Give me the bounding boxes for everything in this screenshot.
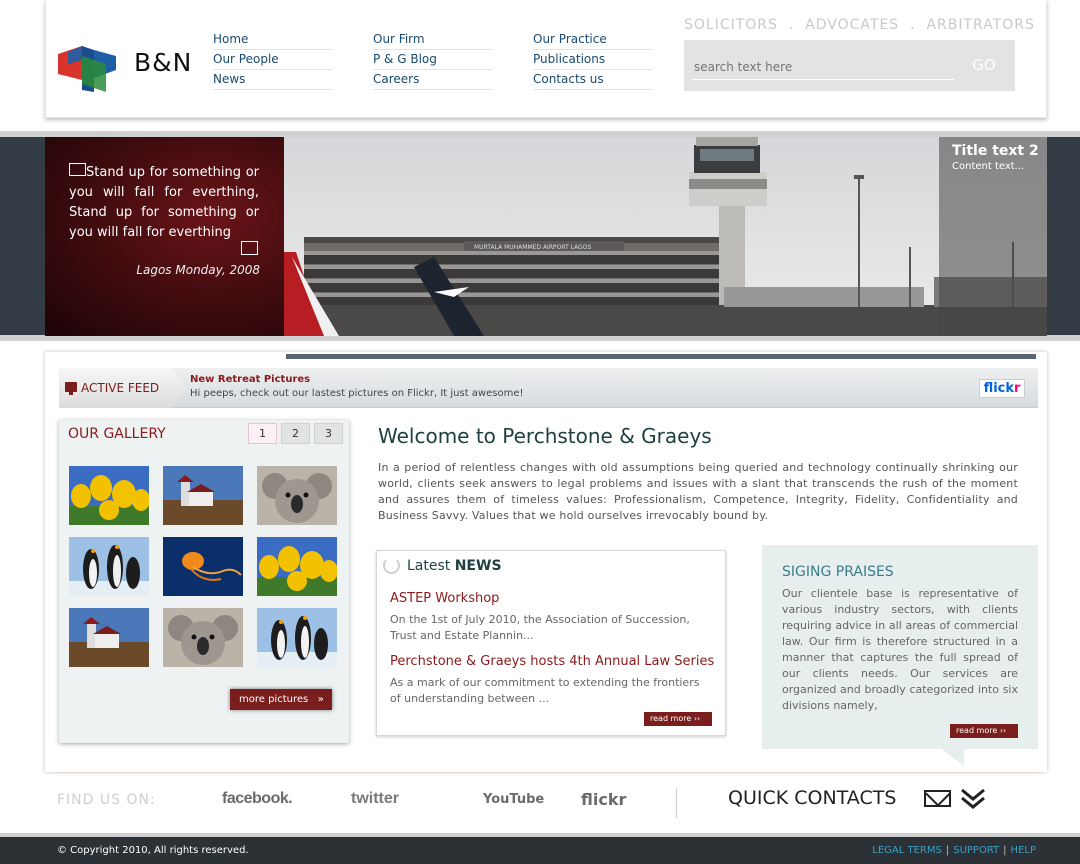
nav-our-practice[interactable]: Our Practice: [533, 30, 653, 50]
thumb-penguins[interactable]: [69, 537, 149, 596]
double-chevron-down-icon[interactable]: [960, 786, 986, 810]
separator: |: [1003, 845, 1007, 856]
copyright: © Copyright 2010, All rights reserved.: [57, 845, 249, 856]
nav-our-people[interactable]: Our People: [213, 50, 333, 70]
close-quote-icon: [241, 241, 258, 255]
thumb-koala-2[interactable]: [163, 608, 243, 667]
active-feed-label: ACTIVE FEED: [81, 381, 160, 395]
news-title: Latest NEWS: [407, 558, 502, 574]
nav-news[interactable]: News: [213, 70, 333, 90]
caption-title: Title text 2: [952, 143, 1039, 159]
nav-careers[interactable]: Careers: [373, 70, 493, 90]
news-read-more-button[interactable]: read more ››: [644, 712, 712, 726]
praises-read-more-button[interactable]: read more ››: [950, 724, 1018, 738]
active-feed-bar: ACTIVE FEED New Retreat Pictures Hi peep…: [59, 368, 1038, 408]
logo-icon[interactable]: [56, 40, 118, 92]
twitter-link[interactable]: twitter: [351, 790, 399, 808]
support-link[interactable]: SUPPORT: [953, 845, 999, 856]
vertical-divider: [676, 788, 677, 818]
nav-column-2: Our Firm P & G Blog Careers: [373, 30, 493, 90]
facebook-link[interactable]: facebook.: [222, 790, 293, 808]
news-headline-2[interactable]: Perchstone & Graeys hosts 4th Annual Law…: [390, 654, 714, 669]
airport-sign-text: MURTALA MUHAMMED AIRPORT LAGOS: [474, 244, 591, 251]
brand-name[interactable]: B&N: [134, 48, 192, 77]
tagline: SOLICITORS . ADVOCATES . ARBITRATORS: [684, 17, 1035, 33]
gallery-panel: OUR GALLERY 1 2 3 more pictures »: [59, 420, 349, 743]
content-top-strip: [286, 354, 1036, 359]
search-box: GO: [684, 40, 1015, 91]
search-go-button[interactable]: GO: [954, 51, 1014, 79]
nav-blog[interactable]: P & G Blog: [373, 50, 493, 70]
banner-quote-panel: Stand up for something or you will fall …: [45, 137, 284, 336]
legal-terms-link[interactable]: LEGAL TERMS: [872, 845, 942, 856]
youtube-link[interactable]: YouTube: [483, 792, 544, 807]
youtube-link-label: YouTube: [483, 792, 545, 807]
thumb-koala[interactable]: [257, 466, 337, 525]
nav-column-1: Home Our People News: [213, 30, 333, 90]
find-us-label: FIND US ON:: [57, 792, 156, 808]
more-pictures-button[interactable]: more pictures »: [230, 689, 332, 710]
refresh-icon: [383, 557, 400, 574]
banner-quote-block: Stand up for something or you will fall …: [69, 163, 259, 243]
news-title-light: Latest: [407, 558, 455, 574]
nav-home[interactable]: Home: [213, 30, 333, 50]
feed-text: Hi peeps, check out our lastest pictures…: [190, 388, 524, 399]
news-title-bold: NEWS: [454, 558, 502, 574]
nav-column-3: Our Practice Publications Contacts us: [533, 30, 653, 90]
active-feed-tab: ACTIVE FEED: [59, 368, 187, 408]
banner-caption: Title text 2 Content text...: [939, 137, 1047, 336]
flickr-badge-icon[interactable]: flickr: [979, 379, 1025, 398]
news-excerpt-2: As a mark of our commitment to extending…: [390, 676, 700, 705]
thumb-tulips[interactable]: [69, 466, 149, 525]
nav-contacts[interactable]: Contacts us: [533, 70, 653, 90]
welcome-text: In a period of relentless changes with o…: [378, 461, 1018, 522]
praises-text: Our clientele base is representative of …: [782, 587, 1018, 712]
open-quote-icon: [69, 163, 86, 176]
caption-text: Content text...: [952, 161, 1025, 172]
thumb-lighthouse-2[interactable]: [69, 608, 149, 667]
divider: [59, 772, 1038, 773]
gallery-page-1[interactable]: 1: [248, 423, 277, 444]
banner-quote: Stand up for something or you will fall …: [69, 165, 259, 240]
banner-date: Lagos Monday, 2008: [136, 263, 260, 277]
separator: |: [945, 845, 950, 856]
gallery-page-2[interactable]: 2: [281, 423, 310, 444]
mail-icon[interactable]: [924, 790, 951, 807]
nav-our-firm[interactable]: Our Firm: [373, 30, 493, 50]
thumb-jellyfish[interactable]: [163, 537, 243, 596]
gallery-title: OUR GALLERY: [68, 426, 166, 442]
praises-box: SIGING PRAISES Our clientele base is rep…: [762, 545, 1038, 749]
quick-contacts-label[interactable]: QUICK CONTACTS: [728, 787, 896, 809]
nav-publications[interactable]: Publications: [533, 50, 653, 70]
gallery-page-3[interactable]: 3: [314, 423, 343, 444]
header: B&N Home Our People News Our Firm P & G …: [45, 0, 1047, 118]
welcome-title: Welcome to Perchstone & Graeys: [378, 424, 712, 448]
feed-title[interactable]: New Retreat Pictures: [190, 374, 310, 385]
praises-title: SIGING PRAISES: [782, 564, 894, 580]
thumb-lighthouse[interactable]: [163, 466, 243, 525]
airport-photo: MURTALA MUHAMMED AIRPORT LAGOS Title tex…: [284, 137, 1047, 336]
latest-news-box: Latest NEWS ASTEP Workshop On the 1st of…: [376, 550, 726, 736]
footer: © Copyright 2010, All rights reserved. L…: [0, 833, 1080, 864]
footer-links: LEGAL TERMS | SUPPORT | HELP: [872, 845, 1036, 856]
thumb-tulips-2[interactable]: [257, 537, 337, 596]
thumb-penguins-2[interactable]: [257, 608, 337, 667]
help-link[interactable]: HELP: [1011, 845, 1036, 856]
search-input[interactable]: [692, 54, 954, 80]
monitor-icon: [65, 382, 77, 395]
flickr-link[interactable]: flickr: [581, 790, 626, 809]
airport-illustration: MURTALA MUHAMMED AIRPORT LAGOS: [284, 137, 1047, 336]
news-headline-1[interactable]: ASTEP Workshop: [390, 591, 499, 606]
news-excerpt-1: On the 1st of July 2010, the Association…: [390, 613, 690, 642]
